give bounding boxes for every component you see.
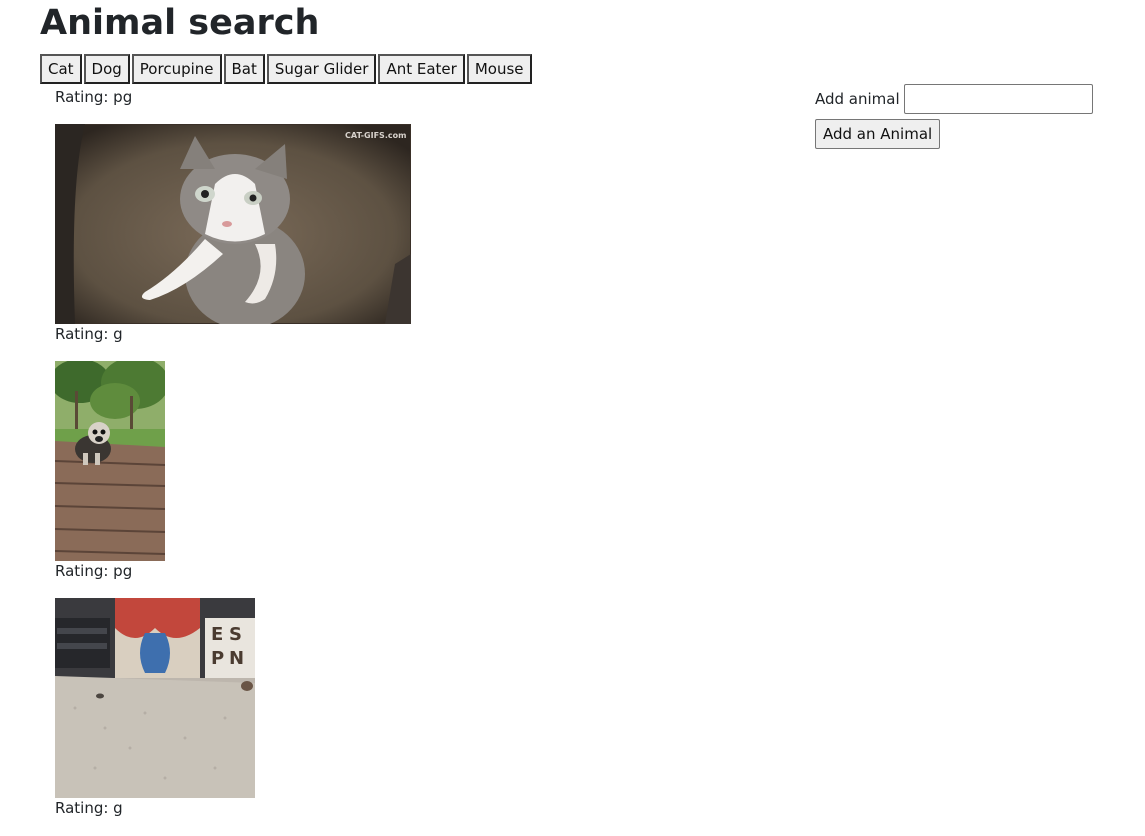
- gif-rating: Rating: pg: [55, 562, 133, 580]
- gif-image-room-floor: E S P N: [55, 598, 255, 798]
- svg-text:N: N: [229, 648, 244, 669]
- gif-rating: Rating: pg: [55, 88, 133, 106]
- animal-button-dog[interactable]: Dog: [83, 54, 130, 84]
- gif-rating: Rating: g: [55, 799, 123, 817]
- animal-button-sugar-glider[interactable]: Sugar Glider: [266, 54, 377, 84]
- gif-watermark: CAT-GIFS.com: [345, 131, 406, 140]
- add-animal-row: Add animal: [815, 84, 1093, 114]
- add-animal-label: Add animal: [815, 90, 900, 108]
- svg-text:S: S: [229, 624, 242, 645]
- gif-gallery: Rating: pg CAT-GIFS.com Rating: g Rating…: [55, 87, 411, 818]
- gif-image-animal-on-deck: [55, 361, 165, 561]
- page-title: Animal search: [40, 3, 320, 43]
- animal-button-cat[interactable]: Cat: [40, 54, 82, 84]
- animal-button-bat[interactable]: Bat: [223, 54, 265, 84]
- add-animal-form: Add animal Add an Animal: [815, 84, 1093, 149]
- gif-rating: Rating: g: [55, 325, 123, 343]
- animal-button-mouse[interactable]: Mouse: [466, 54, 532, 84]
- add-animal-input[interactable]: [903, 84, 1093, 114]
- svg-text:P: P: [211, 648, 224, 669]
- gif-image-cat-reaching: CAT-GIFS.com: [55, 124, 411, 324]
- add-animal-button[interactable]: Add an Animal: [815, 119, 941, 149]
- svg-text:E: E: [211, 624, 223, 645]
- animal-button-row: Cat Dog Porcupine Bat Sugar Glider Ant E…: [40, 54, 532, 84]
- animal-button-porcupine[interactable]: Porcupine: [131, 54, 222, 84]
- page: Animal search Cat Dog Porcupine Bat Suga…: [0, 0, 1145, 836]
- animal-button-ant-eater[interactable]: Ant Eater: [378, 54, 465, 84]
